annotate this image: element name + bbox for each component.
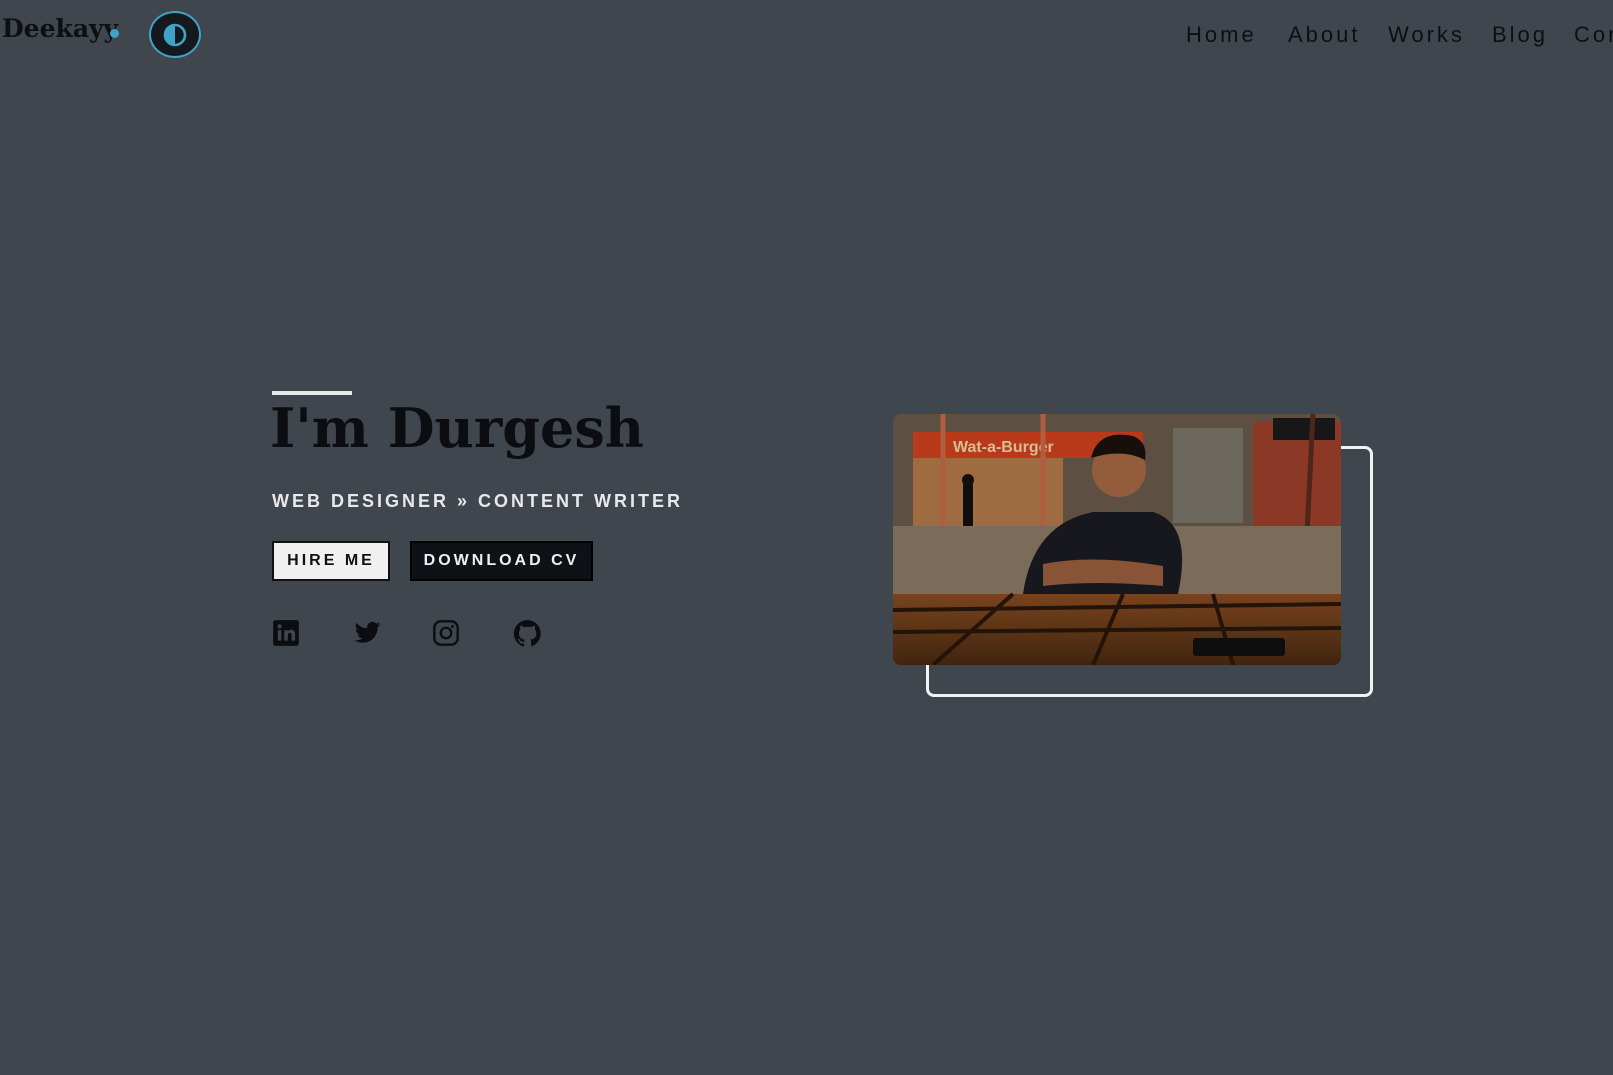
nav-about[interactable]: About (1288, 22, 1361, 48)
portfolio-page: Deekayy Home About Works Blog Con I'm Du… (0, 0, 1613, 1075)
theme-toggle-button[interactable] (149, 11, 201, 58)
nav-works[interactable]: Works (1388, 22, 1465, 48)
hire-me-button[interactable]: HIRE ME (272, 541, 390, 581)
linkedin-icon (273, 620, 299, 646)
role-primary: WEB DESIGNER (272, 491, 450, 511)
logo-dot (110, 29, 119, 38)
github-icon (513, 619, 541, 647)
nav-blog[interactable]: Blog (1492, 22, 1548, 48)
nav-home[interactable]: Home (1186, 22, 1257, 48)
profile-photo-illustration: Wat-a-Burger (893, 414, 1341, 665)
role-secondary: CONTENT WRITER (478, 491, 684, 511)
profile-photo: Wat-a-Burger (893, 414, 1341, 665)
hero-subtitle: WEB DESIGNER » CONTENT WRITER (272, 491, 683, 512)
title-accent-line (272, 391, 352, 395)
hero-title: I'm Durgesh (270, 396, 645, 460)
linkedin-link[interactable] (272, 619, 300, 647)
instagram-link[interactable] (432, 619, 460, 647)
contrast-icon (163, 23, 187, 46)
download-cv-button[interactable]: DOWNLOAD CV (410, 541, 593, 581)
twitter-icon (354, 621, 381, 643)
site-logo[interactable]: Deekayy (2, 14, 118, 43)
github-link[interactable] (513, 619, 541, 647)
instagram-icon (433, 620, 459, 646)
nav-contact[interactable]: Con (1574, 22, 1613, 48)
chevron-double-right-icon: » (457, 491, 471, 511)
twitter-link[interactable] (353, 619, 381, 647)
